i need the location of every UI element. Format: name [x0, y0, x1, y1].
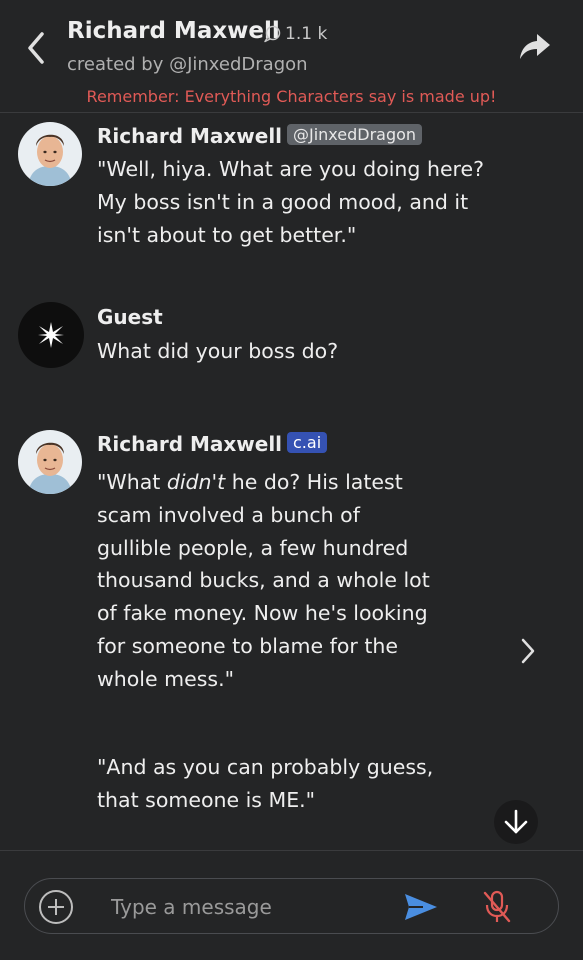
chat-header: Richard Maxwell 1.1 k created by @Jinxed… — [0, 0, 583, 113]
message-text: What did your boss do? — [97, 339, 339, 363]
character-avatar[interactable] — [18, 430, 82, 494]
send-button[interactable] — [403, 891, 439, 923]
chat-screen: Richard Maxwell 1.1 k created by @Jinxed… — [0, 0, 583, 960]
character-portrait-icon — [18, 430, 82, 494]
message-author: Richard Maxwell — [97, 432, 283, 456]
creator-badge[interactable]: @JinxedDragon — [287, 124, 423, 145]
sparkle-icon — [38, 322, 64, 348]
cai-badge: c.ai — [287, 432, 328, 453]
message-author: Guest — [97, 305, 163, 329]
send-icon — [405, 894, 437, 920]
character-avatar[interactable] — [18, 122, 82, 186]
plus-circle-icon — [39, 890, 73, 924]
chat-count-value: 1.1 k — [285, 24, 328, 44]
back-button[interactable] — [22, 28, 52, 68]
mic-off-icon — [483, 890, 511, 923]
character-portrait-icon — [18, 122, 82, 186]
message-input[interactable] — [111, 889, 391, 925]
guest-avatar[interactable] — [18, 302, 84, 368]
message-composer — [24, 878, 559, 934]
divider — [0, 850, 583, 851]
chevron-right-icon — [521, 638, 535, 664]
character-name-title[interactable]: Richard Maxwell — [67, 18, 280, 44]
chevron-left-icon — [28, 32, 44, 64]
share-arrow-icon — [520, 34, 550, 59]
message-text-paragraph: "And as you can probably guess, that som… — [97, 755, 434, 812]
disclaimer-text: Remember: Everything Characters say is m… — [86, 87, 497, 106]
creator-line[interactable]: created by @JinxedDragon — [67, 54, 308, 75]
mic-button[interactable] — [481, 889, 513, 925]
scroll-to-bottom-button[interactable] — [494, 800, 538, 844]
message-text: "Well, hiya. What are you doing here? My… — [97, 157, 485, 247]
arrow-down-icon — [504, 809, 528, 834]
message-text: "What didn't he do? His latest scam invo… — [97, 470, 430, 691]
chat-count: 1.1 k — [263, 24, 327, 44]
message-author: Richard Maxwell — [97, 124, 283, 148]
share-button[interactable] — [518, 32, 552, 62]
chat-bubble-icon — [264, 25, 281, 43]
next-response-button[interactable] — [514, 634, 542, 668]
add-button[interactable] — [38, 889, 74, 925]
